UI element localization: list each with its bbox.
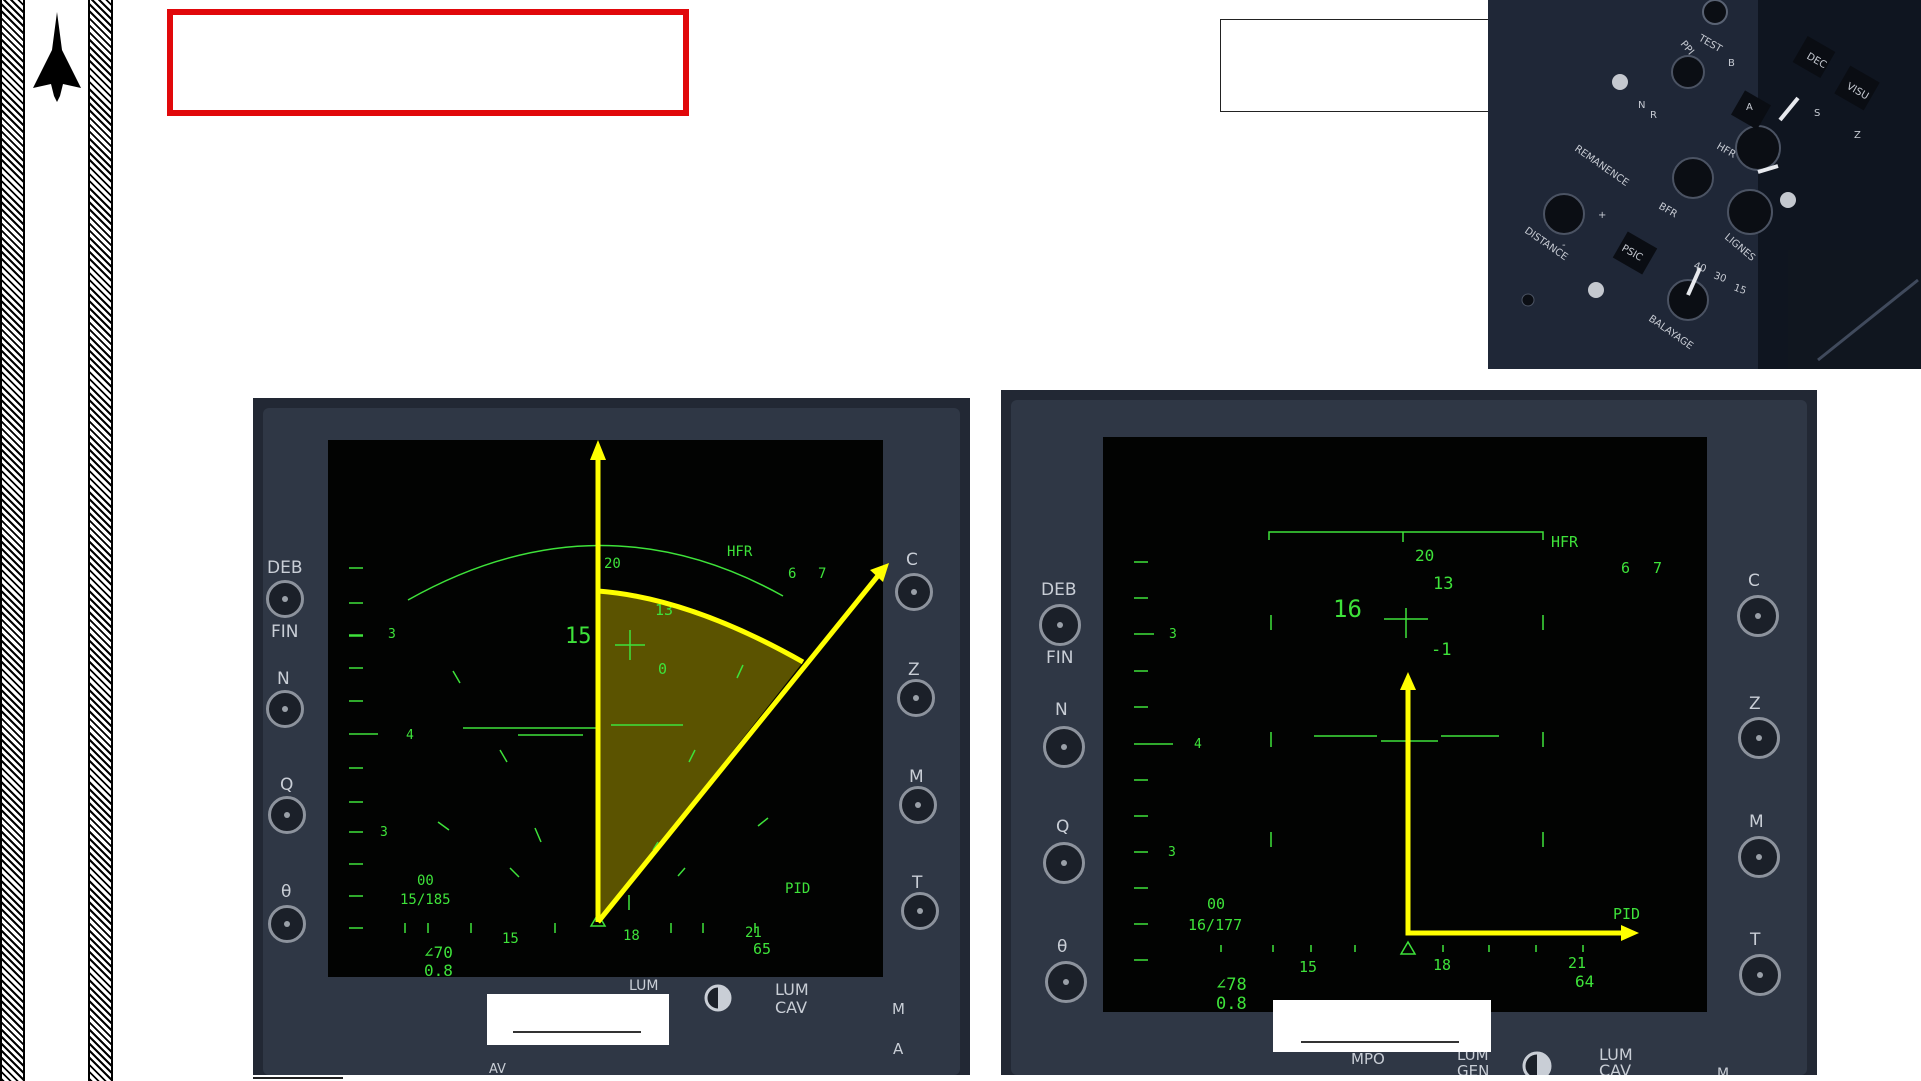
pid-label: PID [1613, 905, 1640, 923]
scale-18: 18 [623, 928, 640, 944]
left-label-tab [487, 994, 669, 1045]
right-label-tab [1273, 1000, 1491, 1052]
scale-15: 15 [502, 931, 519, 947]
left-stripe-bar [0, 0, 25, 1081]
svg-text:S: S [1814, 108, 1820, 119]
mode-hfr: HFR [1551, 533, 1579, 551]
range-b: 7 [1653, 559, 1662, 577]
value-neg1: -1 [1431, 640, 1451, 660]
callout-box [1220, 19, 1523, 112]
radar-symbology-left: 3 4 3 20 HFR 6 7 13 15 0 00 15/185 ∠70 0… [349, 440, 889, 980]
scale-64: 64 [1575, 972, 1594, 991]
value-13: 13 [1433, 574, 1453, 594]
radar-control-panel: TEST PPI B DEC VISU N R A S Z REMANENCE … [1488, 0, 1921, 369]
value-16: 16 [1333, 595, 1362, 623]
heading-top: 20 [604, 556, 621, 572]
range-b: 7 [818, 566, 826, 582]
caption-line [253, 1077, 343, 1079]
jet-silhouette-icon [33, 12, 81, 102]
alt-3b: 3 [1168, 845, 1176, 860]
scale-21: 21 [1568, 954, 1586, 972]
alt-4: 4 [1194, 737, 1202, 752]
svg-text:-: - [1562, 240, 1566, 251]
range-a: 6 [788, 566, 796, 582]
scale-15: 15 [1299, 958, 1317, 976]
mach: 0.8 [424, 961, 453, 980]
code-00: 00 [417, 873, 434, 889]
alt-3a: 3 [388, 627, 396, 642]
mode-hfr: HFR [727, 544, 753, 560]
svg-text:Z: Z [1854, 130, 1861, 141]
pid-label: PID [785, 881, 810, 897]
svg-text:R: R [1650, 110, 1657, 121]
mach: 0.8 [1216, 994, 1247, 1014]
scale-21: 21 [745, 925, 762, 941]
svg-text:N: N [1638, 100, 1645, 111]
radar-symbology-right: 3 4 3 20 HFR 6 7 13 16 -1 00 16/177 ∠78 … [1134, 531, 1662, 1014]
right-stripe-bar [88, 0, 113, 1081]
alt-4: 4 [406, 728, 414, 743]
value-15: 15 [565, 624, 592, 649]
ratio: 16/177 [1188, 916, 1242, 934]
title-box [167, 9, 689, 116]
range-a: 6 [1621, 559, 1630, 577]
svg-text:B: B [1728, 58, 1735, 69]
value-0: 0 [658, 660, 667, 678]
scale-18: 18 [1433, 956, 1451, 974]
radar-display-left: DEB FIN N Q θ C Z M T LUM LUM CAV M AV A [253, 398, 970, 1075]
svg-text:A: A [1746, 102, 1753, 113]
alt-3b: 3 [380, 825, 388, 840]
code-00: 00 [1207, 895, 1225, 913]
scale-65: 65 [753, 940, 771, 958]
heading-top: 20 [1415, 546, 1434, 565]
svg-text:+: + [1598, 210, 1606, 221]
angle: ∠70 [424, 943, 453, 962]
radar-display-right: DEB FIN N Q θ C Z M T MPO LUM GEN LUM CA… [1001, 390, 1817, 1075]
angle: ∠78 [1216, 975, 1247, 995]
alt-3a: 3 [1169, 627, 1177, 642]
ratio: 15/185 [400, 892, 451, 908]
